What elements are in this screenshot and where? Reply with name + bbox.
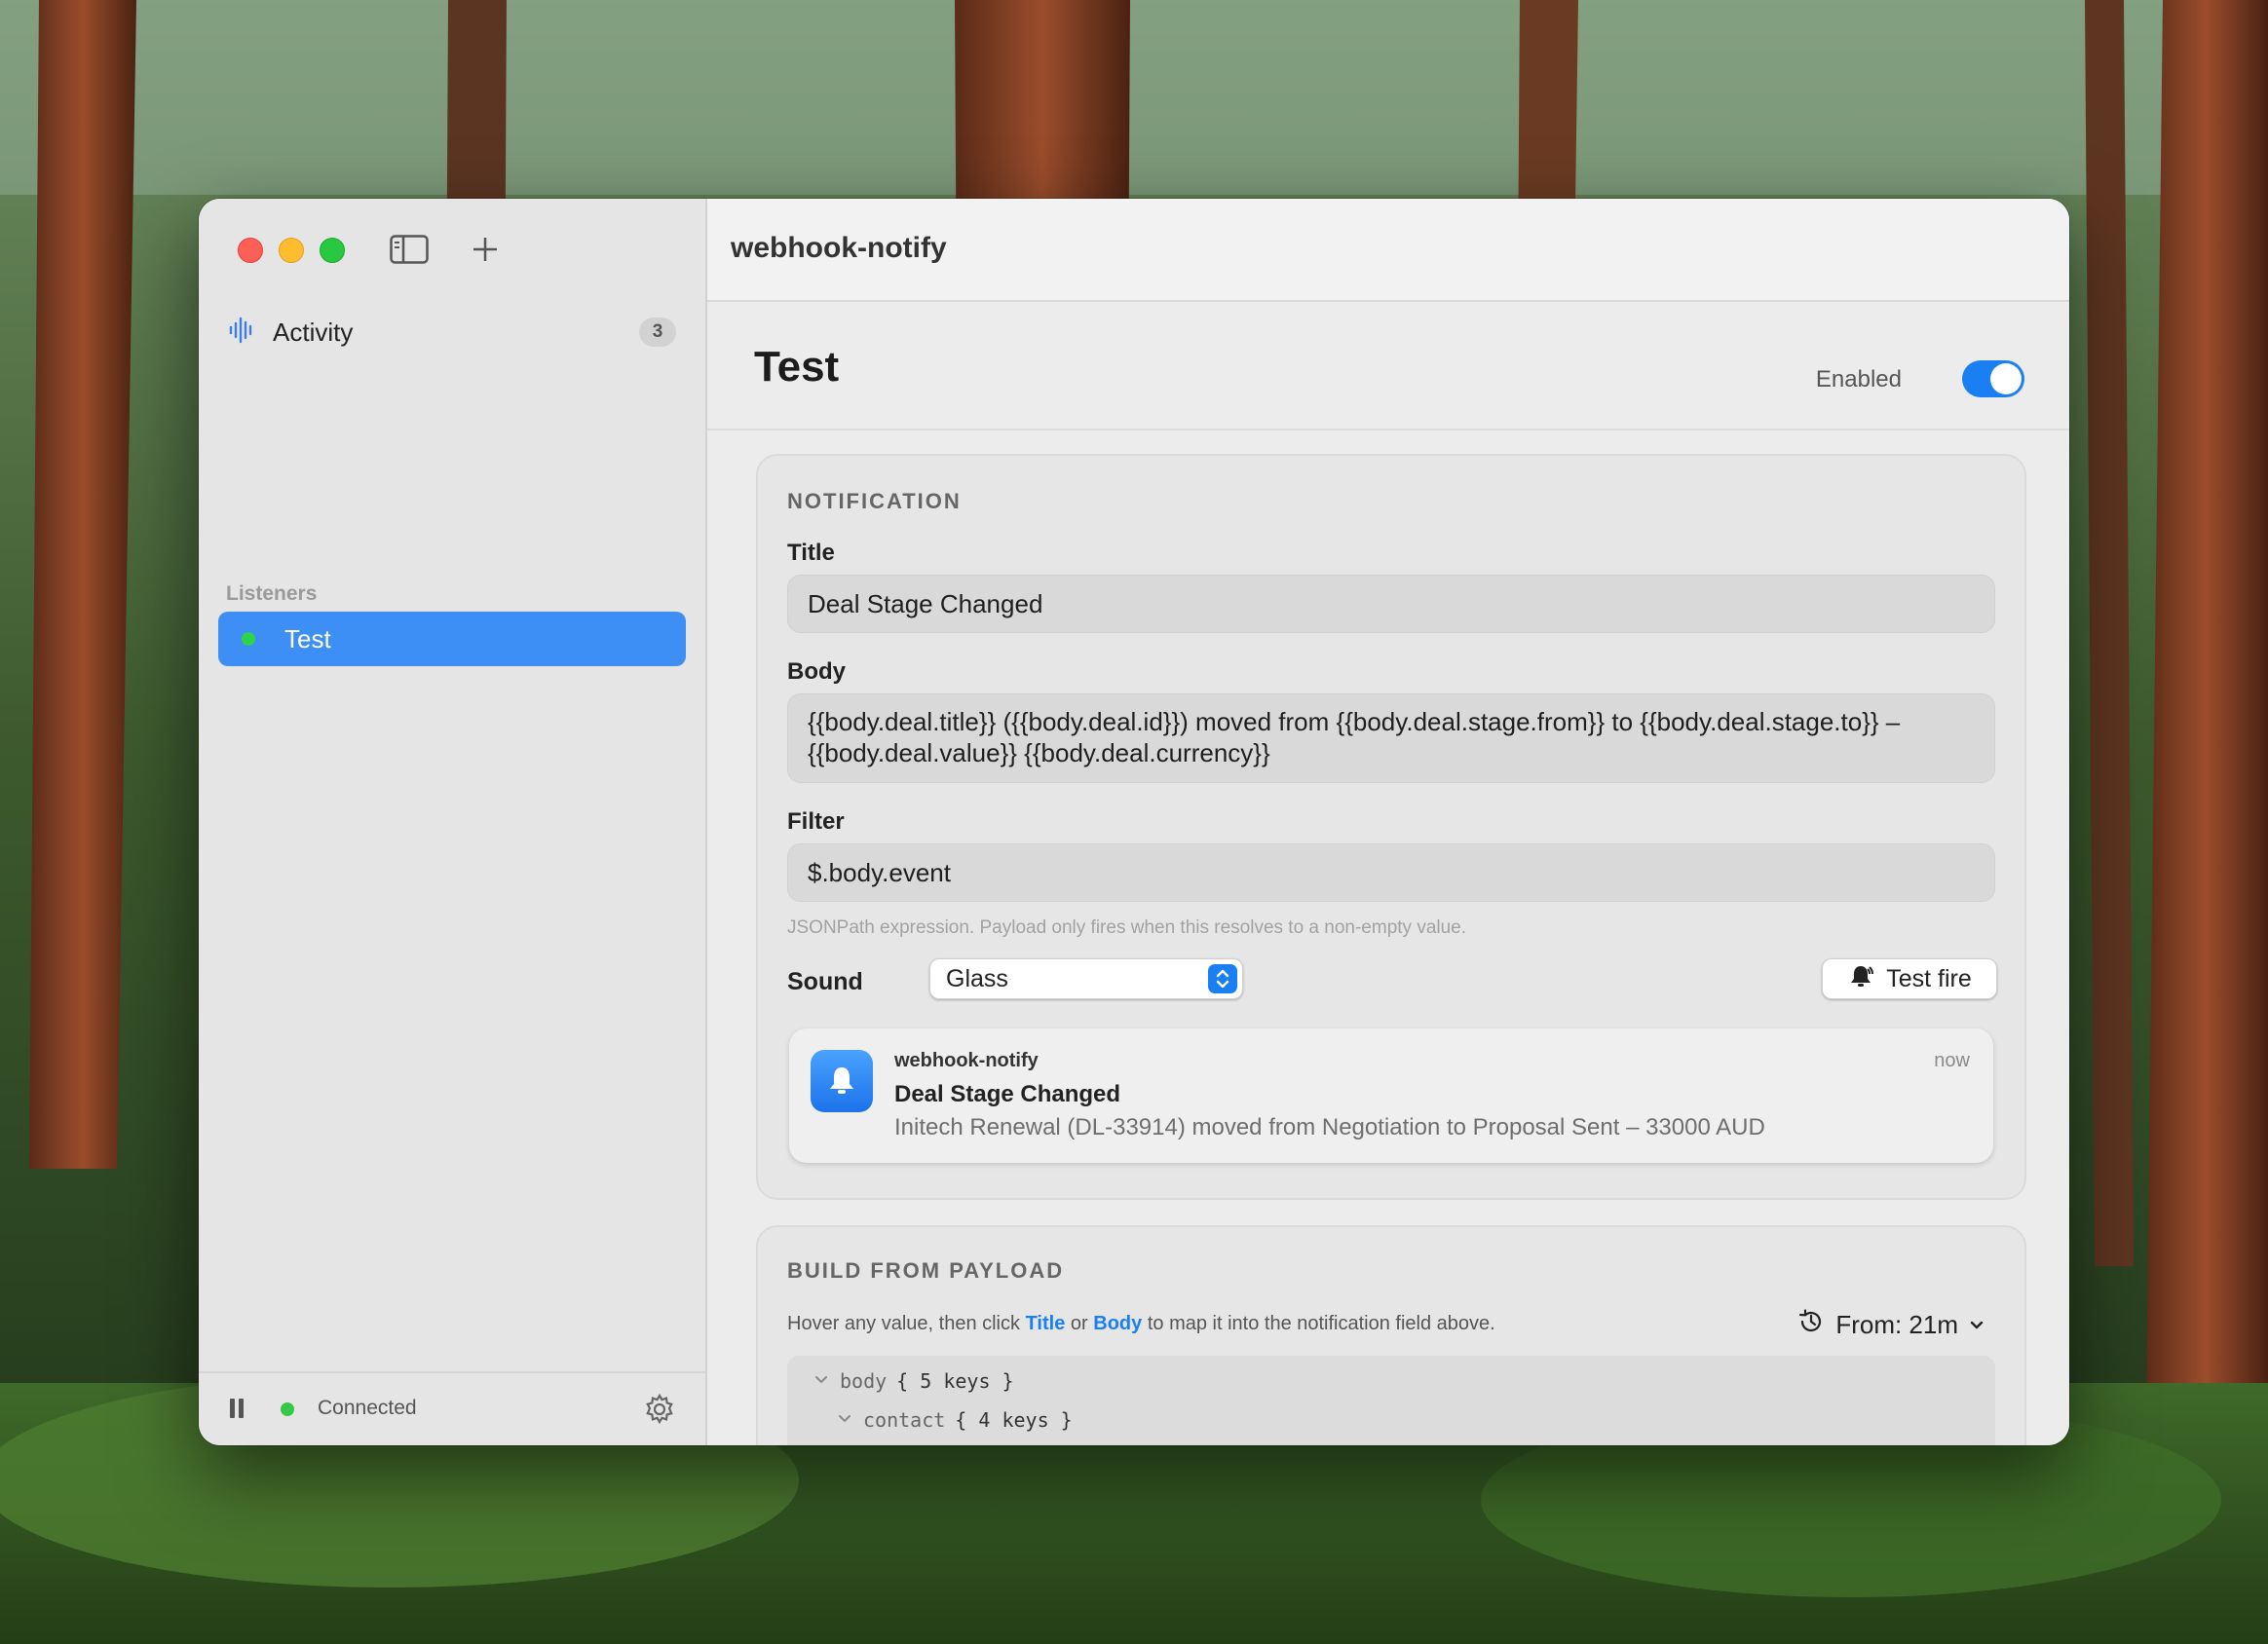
history-clock-icon	[1796, 1307, 1826, 1343]
title-field[interactable]: Deal Stage Changed	[787, 575, 1995, 633]
title-field-value: Deal Stage Changed	[808, 588, 1043, 618]
connection-status-label: Connected	[318, 1397, 417, 1419]
build-desc-title-link: Title	[1025, 1313, 1066, 1334]
titlebar: webhook-notify	[707, 199, 2069, 302]
toggle-sidebar-icon[interactable]	[388, 228, 431, 271]
preview-time: now	[1934, 1050, 1970, 1071]
listener-status-dot	[242, 632, 255, 646]
waveform-icon	[228, 317, 255, 349]
build-desc-body-link: Body	[1093, 1313, 1143, 1334]
close-window-button[interactable]	[238, 238, 263, 263]
filter-hint: JSONPath expression. Payload only fires …	[787, 917, 1467, 938]
preview-body: Initech Renewal (DL-33914) moved from Ne…	[894, 1114, 1765, 1140]
tree-summary: { 4 keys }	[955, 1408, 1073, 1432]
build-heading: BUILD FROM PAYLOAD	[787, 1258, 1065, 1283]
test-fire-label: Test fire	[1886, 964, 1972, 992]
build-from-payload-card: BUILD FROM PAYLOAD Hover any value, then…	[756, 1225, 2026, 1445]
payload-tree: body { 5 keys } contact { 4 keys }	[787, 1356, 1995, 1445]
page-title: Test	[754, 343, 840, 391]
chevron-down-icon[interactable]	[813, 1369, 830, 1393]
chevron-down-icon	[1968, 1310, 1985, 1340]
build-desc-or: or	[1070, 1313, 1088, 1334]
notification-preview: webhook-notify now Deal Stage Changed In…	[789, 1028, 1993, 1163]
body-field-label: Body	[787, 658, 846, 685]
notification-card: NOTIFICATION Title Deal Stage Changed Bo…	[756, 454, 2026, 1200]
tree-summary: { 5 keys }	[896, 1369, 1014, 1393]
filter-field[interactable]: $.body.event	[787, 843, 1995, 902]
app-title: webhook-notify	[731, 232, 947, 264]
filter-field-label: Filter	[787, 808, 845, 835]
build-desc-prefix: Hover any value, then click	[787, 1313, 1021, 1334]
notification-heading: NOTIFICATION	[787, 489, 962, 513]
test-fire-button[interactable]: Test fire	[1822, 958, 1997, 999]
sidebar: Activity 3 Listeners Test Connected	[199, 199, 707, 1445]
sound-select[interactable]: Glass	[929, 958, 1243, 999]
select-stepper-icon	[1208, 964, 1237, 993]
listeners-section-label: Listeners	[226, 582, 318, 605]
sidebar-item-label: Activity	[273, 317, 354, 347]
tree-key: contact	[863, 1408, 946, 1432]
window-controls	[238, 238, 345, 263]
sound-label: Sound	[787, 968, 863, 995]
chevron-down-icon[interactable]	[836, 1408, 853, 1432]
bell-icon	[811, 1050, 873, 1112]
body-field-value: {{body.deal.title}} ({{body.deal.id}}) m…	[808, 707, 1901, 767]
build-description: Hover any value, then click Title or Bod…	[787, 1313, 1495, 1335]
filter-field-value: $.body.event	[808, 857, 951, 887]
sidebar-item-test[interactable]: Test	[218, 612, 686, 666]
pause-icon[interactable]	[230, 1399, 244, 1418]
sidebar-item-activity[interactable]: Activity 3	[228, 308, 676, 356]
tree-row[interactable]: contact { 4 keys }	[836, 1408, 1073, 1432]
sound-select-value: Glass	[946, 964, 1008, 992]
bell-ring-icon	[1847, 962, 1874, 996]
preview-title: Deal Stage Changed	[894, 1081, 1121, 1107]
tree-key: body	[840, 1369, 888, 1393]
connection-status-dot	[281, 1402, 294, 1416]
add-listener-icon[interactable]	[464, 228, 507, 271]
gear-icon[interactable]	[643, 1393, 676, 1426]
sidebar-item-label: Test	[284, 623, 331, 654]
app-window: Activity 3 Listeners Test Connected webh…	[199, 199, 2069, 1445]
sidebar-footer: Connected	[199, 1371, 705, 1445]
listener-header: Test Enabled	[707, 302, 2069, 430]
from-time-label: From: 21m	[1835, 1310, 1958, 1339]
main-content: webhook-notify Test Enabled NOTIFICATION…	[707, 199, 2069, 1445]
activity-count-badge: 3	[639, 318, 676, 347]
enabled-toggle[interactable]	[1962, 360, 2024, 397]
preview-app-name: webhook-notify	[894, 1050, 1039, 1071]
minimize-window-button[interactable]	[279, 238, 304, 263]
body-field[interactable]: {{body.deal.title}} ({{body.deal.id}}) m…	[787, 693, 1995, 783]
build-desc-suffix: to map it into the notification field ab…	[1147, 1313, 1495, 1334]
from-time-dropdown[interactable]: From: 21m	[1796, 1307, 1985, 1343]
tree-row[interactable]: body { 5 keys }	[813, 1369, 1014, 1393]
zoom-window-button[interactable]	[320, 238, 345, 263]
title-field-label: Title	[787, 540, 835, 566]
enabled-label: Enabled	[1815, 366, 1902, 392]
